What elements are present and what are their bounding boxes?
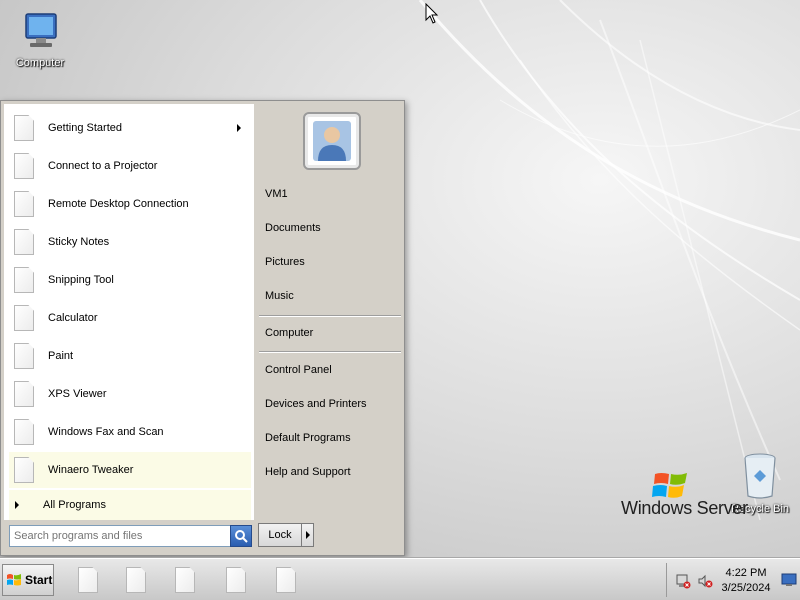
start-item-control-panel[interactable]: Control Panel — [265, 358, 397, 382]
computer-icon — [25, 13, 57, 47]
program-label: Winaero Tweaker — [48, 464, 134, 476]
taskbar-pinned-item[interactable] — [226, 567, 246, 593]
desktop-icon-computer[interactable]: Computer — [8, 10, 72, 69]
windows-server-brand: Windows Server — [621, 498, 748, 518]
help-support-label: Help and Support — [265, 466, 351, 478]
taskbar-pinned-item[interactable] — [78, 567, 98, 593]
search-button[interactable] — [230, 525, 252, 547]
default-programs-label: Default Programs — [265, 432, 351, 444]
document-icon — [14, 343, 34, 369]
lock-button[interactable]: Lock — [258, 523, 314, 547]
document-icon — [14, 267, 34, 293]
program-getting-started[interactable]: Getting Started — [9, 110, 251, 146]
recycle-bin-icon — [744, 453, 776, 499]
user-avatar-icon — [313, 121, 351, 161]
program-paint[interactable]: Paint — [9, 338, 251, 374]
document-icon — [14, 381, 34, 407]
program-label: Calculator — [48, 312, 98, 324]
taskbar-pinned-item[interactable] — [276, 567, 296, 593]
lock-label: Lock — [268, 529, 292, 541]
document-icon — [14, 305, 34, 331]
show-desktop-icon[interactable] — [781, 573, 797, 587]
computer-desktop-label: Computer — [15, 57, 65, 69]
program-snipping-tool[interactable]: Snipping Tool — [9, 262, 251, 298]
start-item-user-folder[interactable]: VM1 — [265, 182, 397, 206]
program-label: Sticky Notes — [48, 236, 110, 248]
devices-printers-label: Devices and Printers — [265, 398, 367, 410]
program-windows-fax-scan[interactable]: Windows Fax and Scan — [9, 414, 251, 450]
document-icon — [14, 457, 34, 483]
start-item-help-support[interactable]: Help and Support — [265, 460, 397, 484]
taskbar: Start 4:22 PM 3/25/2024 — [0, 558, 800, 600]
start-label: Start — [25, 573, 53, 587]
clock-time: 4:22 PM — [725, 567, 767, 579]
user-folder-label: VM1 — [265, 188, 288, 200]
program-label: Remote Desktop Connection — [48, 198, 189, 210]
start-menu-places-pane: VM1 Documents Pictures Music Computer Co… — [255, 104, 403, 520]
taskbar-pinned-item[interactable] — [175, 567, 195, 593]
search-icon — [235, 530, 248, 543]
menu-separator — [259, 315, 401, 317]
program-remote-desktop[interactable]: Remote Desktop Connection — [9, 186, 251, 222]
taskbar-pinned-item[interactable] — [126, 567, 146, 593]
music-label: Music — [265, 290, 294, 302]
control-panel-label: Control Panel — [265, 364, 332, 376]
program-label: Snipping Tool — [48, 274, 114, 286]
start-item-music[interactable]: Music — [265, 284, 397, 308]
program-winaero-tweaker[interactable]: Winaero Tweaker — [9, 452, 251, 488]
program-label: Windows Fax and Scan — [48, 426, 164, 438]
system-tray: 4:22 PM 3/25/2024 — [666, 563, 800, 597]
pictures-label: Pictures — [265, 256, 305, 268]
document-icon — [14, 115, 34, 141]
expand-arrow-icon — [15, 501, 19, 509]
all-programs-label: All Programs — [43, 499, 106, 511]
program-label: Paint — [48, 350, 74, 362]
windows-flag-icon — [7, 574, 21, 586]
document-icon — [14, 419, 34, 445]
program-connect-to-projector[interactable]: Connect to a Projector — [9, 148, 251, 184]
lock-options-arrow-icon[interactable] — [306, 531, 310, 539]
start-item-default-programs[interactable]: Default Programs — [265, 426, 397, 450]
program-calculator[interactable]: Calculator — [9, 300, 251, 336]
program-sticky-notes[interactable]: Sticky Notes — [9, 224, 251, 260]
network-error-icon[interactable] — [675, 573, 691, 589]
program-label: Getting Started — [48, 122, 122, 134]
start-menu-programs-pane: Getting Started Connect to a Projector R… — [4, 104, 254, 520]
start-item-pictures[interactable]: Pictures — [265, 250, 397, 274]
menu-separator — [259, 351, 401, 353]
clock-date: 3/25/2024 — [721, 582, 771, 594]
start-menu-search-row: Lock — [4, 521, 404, 553]
document-icon — [14, 229, 34, 255]
documents-label: Documents — [265, 222, 321, 234]
all-programs-button[interactable]: All Programs — [9, 490, 251, 520]
computer-label: Computer — [265, 327, 314, 339]
program-label: XPS Viewer — [48, 388, 107, 400]
button-divider — [301, 524, 302, 546]
start-item-devices-printers[interactable]: Devices and Printers — [265, 392, 397, 416]
start-menu: Getting Started Connect to a Projector R… — [0, 100, 405, 556]
program-xps-viewer[interactable]: XPS Viewer — [9, 376, 251, 412]
start-item-documents[interactable]: Documents — [265, 216, 397, 240]
document-icon — [14, 153, 34, 179]
windows-flag-logo — [652, 473, 687, 498]
start-button[interactable]: Start — [2, 564, 54, 596]
mouse-cursor-icon — [425, 3, 439, 24]
taskbar-clock[interactable]: 4:22 PM 3/25/2024 — [711, 566, 781, 596]
program-label: Connect to a Projector — [48, 160, 158, 172]
submenu-arrow-icon — [237, 124, 241, 132]
user-avatar[interactable] — [303, 112, 361, 170]
start-item-computer[interactable]: Computer — [265, 321, 397, 345]
document-icon — [14, 191, 34, 217]
search-input[interactable] — [9, 525, 231, 547]
